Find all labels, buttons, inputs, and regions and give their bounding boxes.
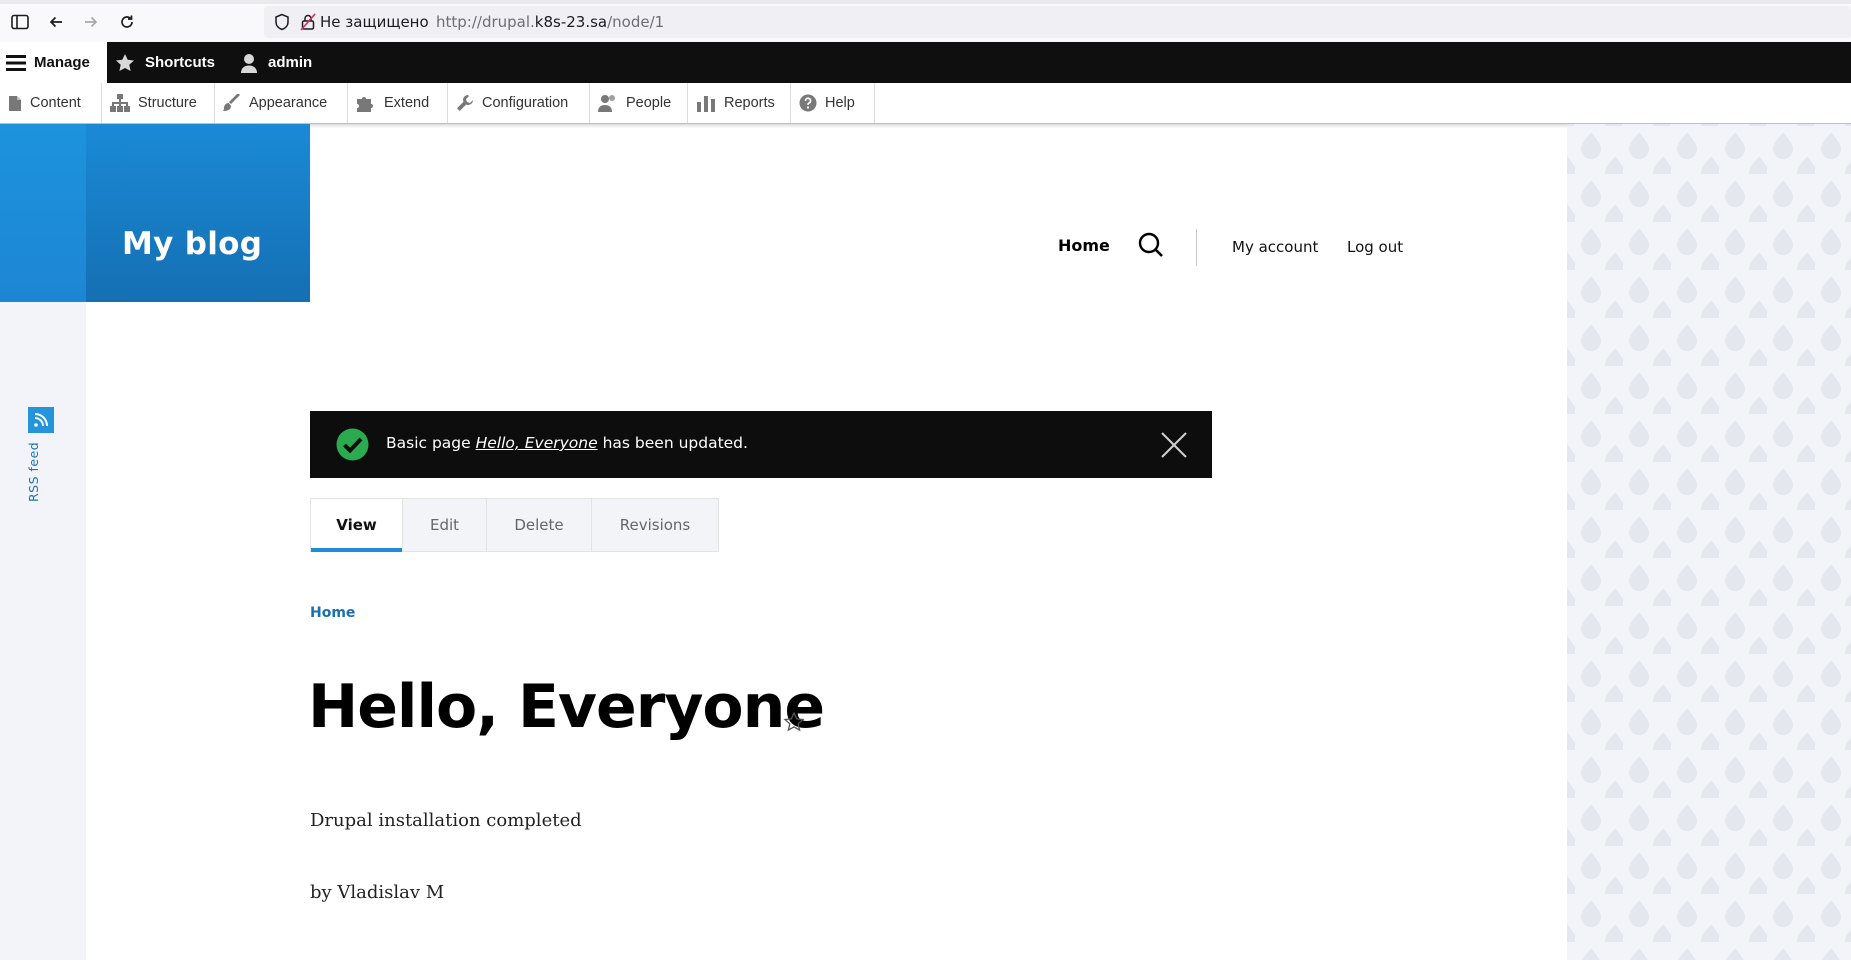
- nav-my-account-link[interactable]: My account: [1232, 238, 1318, 256]
- help-icon: [799, 94, 817, 112]
- tray-item-structure[interactable]: Structure: [102, 83, 215, 123]
- tab-edit[interactable]: Edit: [403, 499, 487, 551]
- tray-item-configuration[interactable]: Configuration: [448, 83, 590, 123]
- people-icon: [598, 95, 615, 112]
- tab-delete[interactable]: Delete: [487, 499, 592, 551]
- tray-item-people[interactable]: People: [590, 83, 688, 123]
- tray-item-label: Content: [30, 95, 81, 111]
- browser-bar: Не защищено http://drupal.k8s-23.sa/node…: [0, 0, 1851, 43]
- tab-revisions[interactable]: Revisions: [592, 499, 718, 551]
- search-icon: [1138, 232, 1163, 257]
- tray-item-label: Help: [825, 95, 855, 111]
- droplet-pattern-icon: [1567, 124, 1851, 960]
- site-branding-panel[interactable]: [86, 124, 310, 302]
- url-path: /node/1: [607, 13, 665, 31]
- tray-item-appearance[interactable]: Appearance: [215, 83, 348, 123]
- admin-toolbar-tray: Content Structure Appearance Extend Conf…: [0, 83, 1851, 124]
- message-suffix: has been updated.: [597, 434, 748, 452]
- star-outline-icon: [783, 711, 805, 732]
- url-bar[interactable]: Не защищено http://drupal.k8s-23.sa/node…: [264, 6, 1851, 38]
- toolbar-user-tab[interactable]: admin: [240, 42, 312, 83]
- nav-home-link[interactable]: Home: [1058, 236, 1110, 255]
- tray-item-label: Structure: [138, 95, 197, 111]
- page-title: Hello, Everyone: [308, 672, 825, 742]
- sidebar-toggle-icon[interactable]: [8, 10, 32, 34]
- paintbrush-icon: [223, 94, 240, 111]
- url-host: k8s-23.sa: [534, 13, 608, 31]
- add-to-shortcuts-button[interactable]: [783, 711, 805, 737]
- forward-arrow-icon[interactable]: [79, 10, 103, 34]
- tray-item-label: Reports: [724, 95, 775, 111]
- tray-item-label: People: [626, 95, 672, 111]
- rss-feed-button[interactable]: [28, 407, 54, 433]
- toolbar-manage-tab[interactable]: Manage: [0, 42, 107, 83]
- close-message-button[interactable]: [1160, 431, 1188, 459]
- wrench-icon: [457, 95, 473, 111]
- reload-icon[interactable]: [115, 10, 139, 34]
- nav-divider: [1196, 229, 1197, 266]
- nav-log-out-link[interactable]: Log out: [1347, 238, 1403, 256]
- back-arrow-icon[interactable]: [44, 10, 68, 34]
- close-icon: [1161, 432, 1187, 458]
- insecure-lock-icon[interactable]: [300, 13, 316, 35]
- message-prefix: Basic page: [386, 434, 476, 452]
- star-icon: [116, 53, 134, 71]
- node-author-byline: by Vladislav M: [310, 882, 445, 903]
- puzzle-icon: [357, 97, 373, 112]
- toolbar-user-label: admin: [268, 54, 313, 71]
- search-button[interactable]: [1138, 232, 1164, 262]
- document-icon: [9, 95, 21, 111]
- tray-item-content[interactable]: Content: [0, 83, 102, 123]
- local-tasks-tabs: View Edit Delete Revisions: [310, 498, 719, 552]
- sitemap-icon: [110, 94, 130, 112]
- rss-feed-label[interactable]: RSS feed: [26, 442, 41, 502]
- tray-item-help[interactable]: Help: [791, 83, 875, 123]
- status-message-text: Basic page Hello, Everyone has been upda…: [386, 434, 748, 452]
- message-node-link[interactable]: Hello, Everyone: [476, 434, 598, 452]
- toolbar-shortcuts-tab[interactable]: Shortcuts: [115, 42, 215, 83]
- admin-toolbar: Manage Shortcuts admin: [0, 42, 1851, 83]
- tray-item-label: Configuration: [482, 95, 569, 111]
- rss-icon: [34, 413, 48, 427]
- tray-item-reports[interactable]: Reports: [688, 83, 791, 123]
- tab-view[interactable]: View: [311, 499, 403, 552]
- decorative-pattern: [1567, 124, 1851, 960]
- toolbar-manage-label: Manage: [34, 54, 90, 71]
- breadcrumb-home[interactable]: Home: [310, 605, 355, 621]
- tray-item-label: Appearance: [249, 95, 328, 111]
- bar-chart-icon: [697, 96, 715, 112]
- tray-item-label: Extend: [384, 95, 430, 111]
- shield-icon[interactable]: [274, 13, 290, 35]
- url-text[interactable]: http://drupal.k8s-23.sa/node/1: [436, 13, 664, 31]
- toolbar-shortcuts-label: Shortcuts: [145, 54, 216, 71]
- hamburger-icon: [6, 54, 26, 71]
- browser-top-strip: [0, 0, 1851, 4]
- not-secure-label[interactable]: Не защищено: [320, 13, 429, 31]
- user-icon: [241, 53, 257, 73]
- url-prefix: http://drupal.: [436, 13, 535, 31]
- tray-item-extend[interactable]: Extend: [348, 83, 448, 123]
- node-body: Drupal installation completed: [310, 810, 582, 831]
- success-check-icon: [336, 428, 369, 465]
- site-name[interactable]: My blog: [122, 226, 262, 262]
- status-message: Basic page Hello, Everyone has been upda…: [310, 411, 1212, 478]
